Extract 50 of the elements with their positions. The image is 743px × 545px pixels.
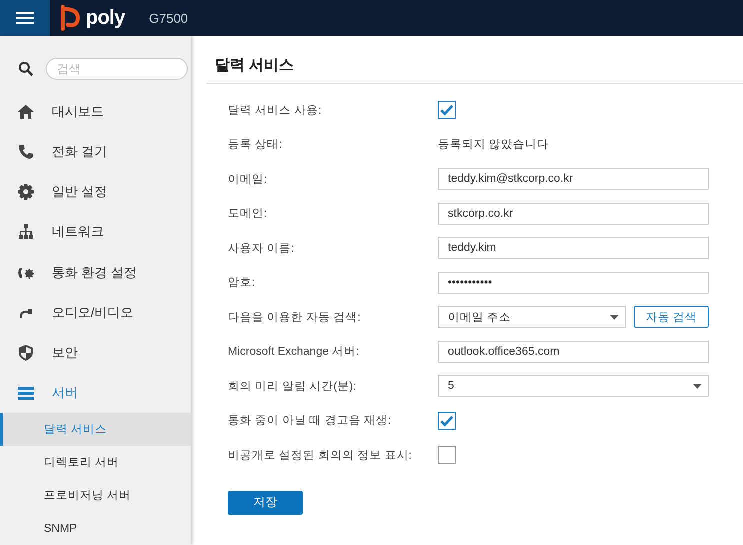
home-icon xyxy=(17,103,35,122)
input-field[interactable]: teddy.kim xyxy=(438,237,709,260)
sidebar-subitem[interactable]: 프로비저닝 서버 xyxy=(0,479,191,512)
caret-icon xyxy=(610,314,619,320)
field-label: 도메인: xyxy=(228,207,268,222)
field-label: 비공개로 설정된 회의의 정보 표시: xyxy=(228,448,413,463)
sidebar-item[interactable]: 대시보드 xyxy=(0,92,191,132)
checkbox[interactable] xyxy=(438,101,456,120)
sidebar-item[interactable]: 일반 설정 xyxy=(0,172,191,212)
logo-icon xyxy=(60,5,82,31)
model-name: G7500 xyxy=(149,10,188,26)
checkbox[interactable] xyxy=(438,412,456,430)
dropdown[interactable]: 이메일 주소 xyxy=(438,306,626,328)
caret-icon xyxy=(693,384,702,389)
sidebar-item[interactable]: 통화 환경 설정 xyxy=(0,252,191,293)
autodiscover-button[interactable]: 자동 검색 xyxy=(634,306,709,328)
status-text: 등록되지 않았습니다 xyxy=(438,138,550,152)
input-field[interactable]: outlook.office365.com xyxy=(438,340,709,363)
shield-icon xyxy=(17,344,35,362)
checkbox[interactable] xyxy=(438,446,456,464)
phone-icon xyxy=(17,143,35,162)
menu-button[interactable] xyxy=(0,0,50,36)
sidebar-item[interactable]: 오디오/비디오 xyxy=(0,292,191,333)
save-button[interactable]: 저장 xyxy=(228,490,303,514)
field-label: 통화 중이 아닐 때 경고음 재생: xyxy=(228,414,392,428)
sidebar-item[interactable]: 보안 xyxy=(0,332,191,373)
sidebar-item[interactable]: 서버 xyxy=(0,372,191,413)
search-field[interactable]: 검색 xyxy=(46,58,188,80)
gear-icon xyxy=(17,183,35,202)
field-label: 다음을 이용한 자동 검색: xyxy=(228,310,362,325)
field-label: 등록 상태: xyxy=(228,138,284,152)
field-label: 이메일: xyxy=(228,172,268,187)
sidebar-item[interactable]: 전화 걸기 xyxy=(0,132,191,172)
sidebar-subitem[interactable]: 디렉토리 서버 xyxy=(0,446,191,479)
field-label: 사용자 이름: xyxy=(228,242,296,256)
input-field[interactable]: teddy.kim@stkcorp.co.kr xyxy=(438,168,709,190)
input-field[interactable]: stkcorp.co.kr xyxy=(438,202,709,225)
field-label: 암호: xyxy=(228,276,256,290)
input-field[interactable]: ••••••••••• xyxy=(438,272,709,294)
section-title: 달력 서비스 xyxy=(207,56,743,84)
field-label: 회의 미리 알림 시간(분): xyxy=(228,380,358,394)
sidebar-subitem[interactable]: SNMP xyxy=(0,512,191,545)
dropdown[interactable]: 5 xyxy=(438,375,709,398)
search-icon xyxy=(18,61,34,77)
logo-text: poly xyxy=(86,6,126,30)
menu-icon xyxy=(16,11,34,25)
field-label: Microsoft Exchange 서버: xyxy=(228,345,360,360)
sidebar-item[interactable]: 네트워크 xyxy=(0,212,191,252)
network-icon xyxy=(17,223,35,242)
field-label: 달력 서비스 사용: xyxy=(228,104,323,118)
